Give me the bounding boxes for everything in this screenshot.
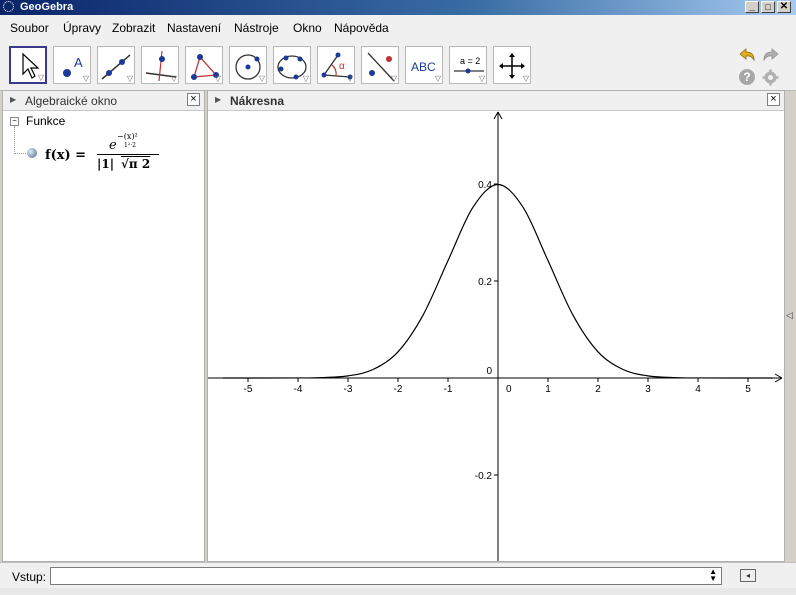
x-tick-label: -2 bbox=[394, 384, 403, 395]
menu-nastaveni[interactable]: Nastavení bbox=[167, 21, 221, 35]
minimize-button[interactable]: _ bbox=[745, 1, 759, 13]
menu-bar: Soubor Úpravy Zobrazit Nastavení Nástroj… bbox=[0, 15, 796, 43]
undo-icon[interactable] bbox=[737, 46, 757, 64]
algebra-view-close-button[interactable]: × bbox=[187, 93, 200, 106]
x-tick-label: -3 bbox=[344, 384, 353, 395]
menu-zobrazit[interactable]: Zobrazit bbox=[112, 21, 155, 35]
function-label: f(x) = bbox=[45, 148, 87, 163]
gear-icon[interactable] bbox=[762, 69, 779, 86]
folder-label: Funkce bbox=[26, 114, 66, 128]
denominator-abs: |1| bbox=[97, 157, 115, 171]
reflect-tool[interactable]: ▽ bbox=[361, 46, 399, 84]
exponent-numerator: −(x)² bbox=[117, 132, 138, 141]
graphics-view-header[interactable]: ▶ Nákresna × bbox=[208, 91, 784, 111]
x-tick-label: 0 bbox=[506, 384, 512, 395]
point-label: A bbox=[74, 55, 83, 70]
y-tick-label: 0 bbox=[486, 366, 492, 377]
coordinate-plot[interactable]: -5 -4 -3 -2 -1 1 2 3 4 5 0 -0.2 0 0.2 0.4 bbox=[208, 110, 784, 561]
window-title: GeoGebra bbox=[20, 1, 74, 13]
line-tool[interactable]: ▽ bbox=[97, 46, 135, 84]
collapse-triangle-icon[interactable]: ▶ bbox=[10, 95, 16, 104]
x-tick-label: -5 bbox=[244, 384, 253, 395]
menu-napoveda[interactable]: Nápověda bbox=[334, 21, 389, 35]
input-bar: Vstup: ▲ ▼ ◂ bbox=[0, 562, 796, 589]
exponent-denominator: 1²·2 bbox=[124, 142, 136, 149]
visibility-toggle-icon[interactable] bbox=[27, 148, 37, 158]
graphics-view: ▶ Nákresna × -5 -4 -3 -2 -1 1 2 3 4 5 0 -0.2 0 0.2 0.4 bbox=[207, 90, 785, 562]
exp-base: e bbox=[109, 138, 117, 153]
status-strip bbox=[0, 588, 796, 595]
menu-nastroje[interactable]: Nástroje bbox=[234, 21, 279, 35]
x-tick-label: 5 bbox=[745, 384, 751, 395]
x-tick-label: -1 bbox=[444, 384, 453, 395]
input-field[interactable]: ▲ ▼ bbox=[50, 567, 722, 585]
circle-tool[interactable]: ▽ bbox=[229, 46, 267, 84]
function-fraction: e −(x)² 1²·2 |1| √π 2 bbox=[97, 128, 161, 174]
polygon-tool[interactable]: ▽ bbox=[185, 46, 223, 84]
angle-tool[interactable]: α ▽ bbox=[317, 46, 355, 84]
side-panel-expand-icon[interactable]: ◁ bbox=[786, 310, 793, 321]
x-tick-label: 2 bbox=[595, 384, 601, 395]
title-bar: GeoGebra _ □ ✕ bbox=[0, 0, 796, 15]
graphics-view-close-button[interactable]: × bbox=[767, 93, 780, 106]
angle-label: α bbox=[339, 61, 345, 72]
collapse-triangle-icon[interactable]: ▶ bbox=[215, 95, 221, 104]
folder-collapse-icon[interactable]: − bbox=[10, 117, 19, 126]
input-history-stepper-icon[interactable]: ▲ ▼ bbox=[709, 568, 717, 583]
menu-upravy[interactable]: Úpravy bbox=[63, 21, 101, 35]
help-icon[interactable]: ? bbox=[739, 69, 755, 85]
slider-tool-label: a = 2 bbox=[460, 56, 480, 66]
algebra-view-header[interactable]: ▶ Algebraické okno × bbox=[3, 91, 204, 111]
input-label: Vstup: bbox=[12, 570, 47, 584]
menu-okno[interactable]: Okno bbox=[293, 21, 322, 35]
x-tick-label: 4 bbox=[695, 384, 701, 395]
algebra-view: ▶ Algebraické okno × − Funkce f(x) = e −… bbox=[2, 90, 205, 562]
y-tick-label: 0.2 bbox=[478, 277, 492, 288]
denominator-root: √π 2 bbox=[121, 157, 151, 171]
text-tool[interactable]: ABC ▽ bbox=[405, 46, 443, 84]
graphics-view-title: Nákresna bbox=[230, 94, 285, 108]
x-tick-label: 1 bbox=[545, 384, 551, 395]
move-view-tool[interactable]: ▽ bbox=[493, 46, 531, 84]
point-tool[interactable]: A ▽ bbox=[53, 46, 91, 84]
input-help-toggle-icon[interactable]: ◂ bbox=[740, 569, 756, 582]
perpendicular-tool[interactable]: ▽ bbox=[141, 46, 179, 84]
redo-icon[interactable] bbox=[761, 46, 781, 64]
function-f-row[interactable]: f(x) = e −(x)² 1²·2 |1| √π 2 bbox=[45, 128, 200, 178]
text-tool-label: ABC bbox=[411, 60, 436, 74]
y-tick-label: -0.2 bbox=[475, 471, 493, 482]
move-tool[interactable]: ▽ bbox=[9, 46, 47, 84]
slider-tool[interactable]: a = 2 ▽ bbox=[449, 46, 487, 84]
toolbar: ▽ A ▽ ▽ ▽ ▽ ▽ ▽ α ▽ ▽ ABC ▽ a = 2 ▽ ▽ ? bbox=[0, 42, 796, 91]
maximize-button[interactable]: □ bbox=[761, 1, 775, 13]
y-tick-label: 0.4 bbox=[478, 180, 492, 191]
algebra-view-title: Algebraické okno bbox=[25, 94, 118, 108]
x-tick-label: 3 bbox=[645, 384, 651, 395]
conic-tool[interactable]: ▽ bbox=[273, 46, 311, 84]
close-button[interactable]: ✕ bbox=[777, 1, 791, 13]
x-tick-label: -4 bbox=[294, 384, 303, 395]
menu-soubor[interactable]: Soubor bbox=[10, 21, 49, 35]
geogebra-logo-icon bbox=[3, 1, 14, 12]
